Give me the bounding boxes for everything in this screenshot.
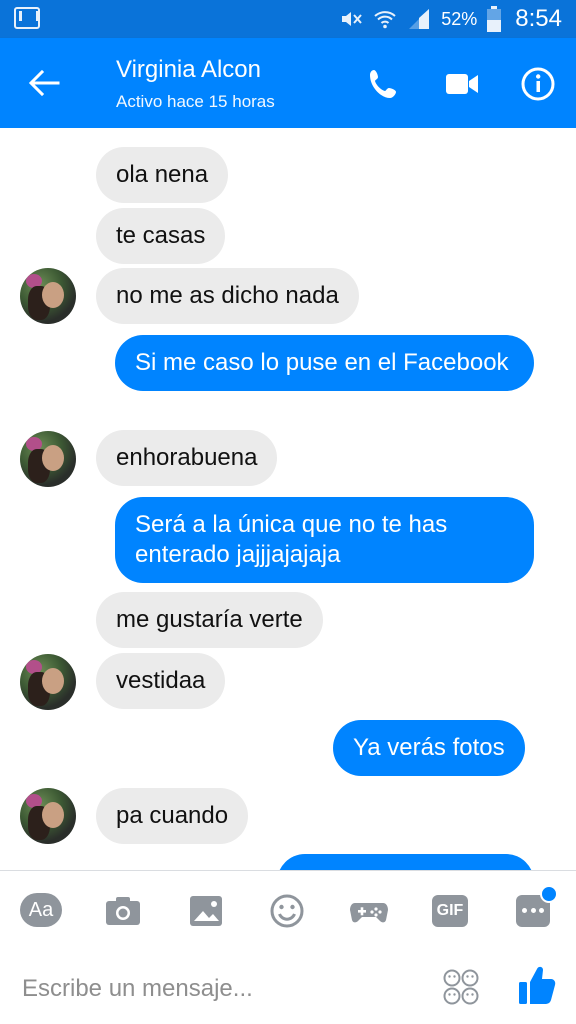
outgoing-message[interactable]: Será a la única que no te has enterado j…: [115, 497, 534, 583]
composer-toolbar: Aa GIF: [0, 870, 576, 951]
notification-dot: [540, 885, 558, 903]
emoji-icon[interactable]: [267, 891, 307, 931]
battery-percent: 52%: [441, 8, 478, 29]
wifi-icon: [374, 11, 396, 29]
conversation-header: Virginia Alcon Activo hace 15 horas: [0, 38, 576, 128]
contact-avatar[interactable]: [20, 431, 76, 487]
incoming-message[interactable]: enhorabuena: [96, 430, 278, 486]
signal-icon: [409, 9, 430, 29]
incoming-message[interactable]: vestidaa: [96, 653, 226, 709]
incoming-message[interactable]: no me as dicho nada: [96, 268, 359, 324]
game-icon[interactable]: [349, 891, 389, 931]
contact-avatar[interactable]: [20, 788, 76, 844]
outgoing-message[interactable]: [277, 854, 534, 870]
status-bar: 52% 8:54: [0, 0, 576, 38]
contact-avatar[interactable]: [20, 654, 76, 710]
contact-status: Activo hace 15 horas: [116, 92, 275, 111]
incoming-message[interactable]: te casas: [96, 208, 226, 264]
gallery-icon[interactable]: [186, 891, 226, 931]
more-icon[interactable]: [516, 885, 558, 927]
message-input[interactable]: [20, 968, 424, 1010]
contact-name[interactable]: Virginia Alcon: [116, 56, 261, 84]
mute-icon: [342, 12, 363, 26]
incoming-message[interactable]: me gustaría verte: [96, 592, 323, 648]
stickers-icon[interactable]: [442, 968, 480, 1006]
thumbs-up-icon[interactable]: [518, 964, 556, 1006]
back-arrow-icon[interactable]: [24, 66, 64, 100]
message-list[interactable]: ola nena te casas no me as dicho nada Si…: [0, 128, 576, 870]
contact-avatar[interactable]: [20, 268, 76, 324]
battery-icon: [487, 6, 502, 32]
message-input-bar: [0, 950, 576, 1024]
incoming-message[interactable]: pa cuando: [96, 788, 249, 844]
camera-icon[interactable]: [103, 891, 143, 931]
video-icon[interactable]: [442, 64, 482, 104]
clock: 8:54: [515, 5, 562, 32]
mail-icon: [14, 7, 40, 29]
phone-icon[interactable]: [364, 64, 404, 104]
gif-icon[interactable]: GIF: [432, 895, 468, 927]
outgoing-message[interactable]: Si me caso lo puse en el Facebook: [115, 335, 534, 391]
incoming-message[interactable]: ola nena: [96, 147, 229, 203]
text-format-icon[interactable]: Aa: [20, 893, 62, 927]
info-icon[interactable]: [518, 64, 558, 104]
outgoing-message[interactable]: Ya verás fotos: [333, 720, 525, 776]
